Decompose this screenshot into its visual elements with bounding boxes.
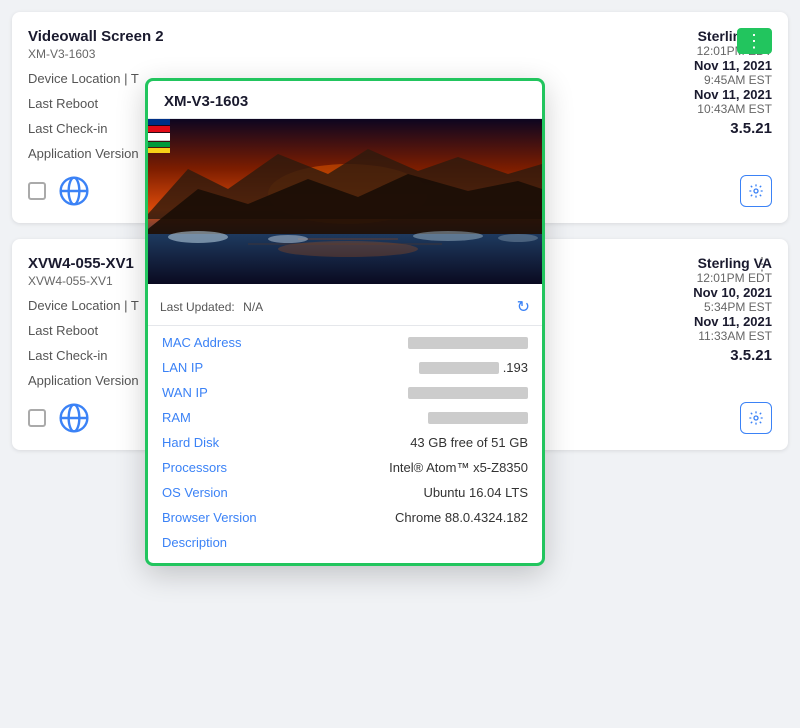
- three-dots-1[interactable]: ⋮: [737, 28, 772, 54]
- three-dots-2[interactable]: ⋮: [753, 255, 772, 273]
- description-label: Description: [162, 535, 227, 550]
- info-row-processors: Processors Intel® Atom™ x5-Z8350: [148, 455, 542, 480]
- info-row-description: Description: [148, 530, 542, 555]
- device-id-1: XM-V3-1603: [28, 47, 626, 61]
- info-row-mac: MAC Address: [148, 330, 542, 355]
- flag-yellow: [148, 148, 170, 153]
- checkbox-2[interactable]: [28, 409, 46, 427]
- flag-white: [148, 133, 170, 141]
- ram-value: [428, 412, 528, 424]
- gear-button-2[interactable]: [740, 402, 772, 434]
- checkin-time-1: 9:45AM EST: [642, 73, 772, 87]
- checkin-time-2: 5:34PM EST: [642, 300, 772, 314]
- version-2: 3.5.21: [642, 347, 772, 364]
- landscape-image: [148, 119, 542, 284]
- info-row-harddisk: Hard Disk 43 GB free of 51 GB: [148, 430, 542, 455]
- gear-button-1[interactable]: [740, 175, 772, 207]
- lan-value: .193: [419, 360, 528, 375]
- version-1: 3.5.21: [642, 120, 772, 137]
- gear-icon-1: [748, 183, 764, 199]
- wan-value: [408, 387, 528, 399]
- checkin-date-2: Nov 11, 2021: [642, 314, 772, 329]
- popup-title: XM-V3-1603: [164, 93, 526, 110]
- info-row-ram: RAM: [148, 405, 542, 430]
- reboot-date-2: Nov 10, 2021: [642, 285, 772, 300]
- info-row-lan: LAN IP .193: [148, 355, 542, 380]
- gear-icon-2: [748, 410, 764, 426]
- mac-value: [408, 337, 528, 349]
- ram-label: RAM: [162, 410, 191, 425]
- info-row-os: OS Version Ubuntu 16.04 LTS: [148, 480, 542, 505]
- popup-info-table: MAC Address LAN IP .193 WAN IP RAM Hard …: [148, 326, 542, 563]
- checkin-date-1: Nov 11, 2021: [642, 87, 772, 102]
- device-name-1: Videowall Screen 2: [28, 28, 626, 45]
- processors-value: Intel® Atom™ x5-Z8350: [389, 460, 528, 475]
- last-updated-label: Last Updated:: [160, 300, 235, 314]
- popup-footer: Last Updated: N/A ↻: [148, 289, 542, 326]
- reboot-date-1: Nov 11, 2021: [642, 58, 772, 73]
- popup-header: XM-V3-1603: [148, 81, 542, 119]
- os-label: OS Version: [162, 485, 228, 500]
- refresh-icon[interactable]: ↻: [517, 297, 530, 317]
- last-updated-value: N/A: [243, 300, 263, 314]
- popup-flags: [148, 119, 170, 153]
- checkin-time2-1: 10:43AM EST: [642, 102, 772, 116]
- info-row-wan: WAN IP: [148, 380, 542, 405]
- wan-label: WAN IP: [162, 385, 208, 400]
- browser-label: Browser Version: [162, 510, 257, 525]
- globe-icon-1[interactable]: [58, 175, 90, 207]
- info-row-browser: Browser Version Chrome 88.0.4324.182: [148, 505, 542, 530]
- flag-red: [148, 126, 170, 132]
- popup-screenshot-container: [148, 119, 542, 289]
- lan-label: LAN IP: [162, 360, 203, 375]
- checkbox-1[interactable]: [28, 182, 46, 200]
- device-popup: XM-V3-1603: [145, 78, 545, 566]
- browser-value: Chrome 88.0.4324.182: [395, 510, 528, 525]
- globe-icon-2[interactable]: [58, 402, 90, 434]
- flag-green: [148, 142, 170, 147]
- harddisk-label: Hard Disk: [162, 435, 219, 450]
- checkin-time2-2: 11:33AM EST: [642, 329, 772, 343]
- last-updated-container: Last Updated: N/A: [160, 298, 263, 316]
- processors-label: Processors: [162, 460, 227, 475]
- os-value: Ubuntu 16.04 LTS: [423, 485, 528, 500]
- mac-label: MAC Address: [162, 335, 241, 350]
- harddisk-value: 43 GB free of 51 GB: [410, 435, 528, 450]
- flag-blue: [148, 119, 170, 125]
